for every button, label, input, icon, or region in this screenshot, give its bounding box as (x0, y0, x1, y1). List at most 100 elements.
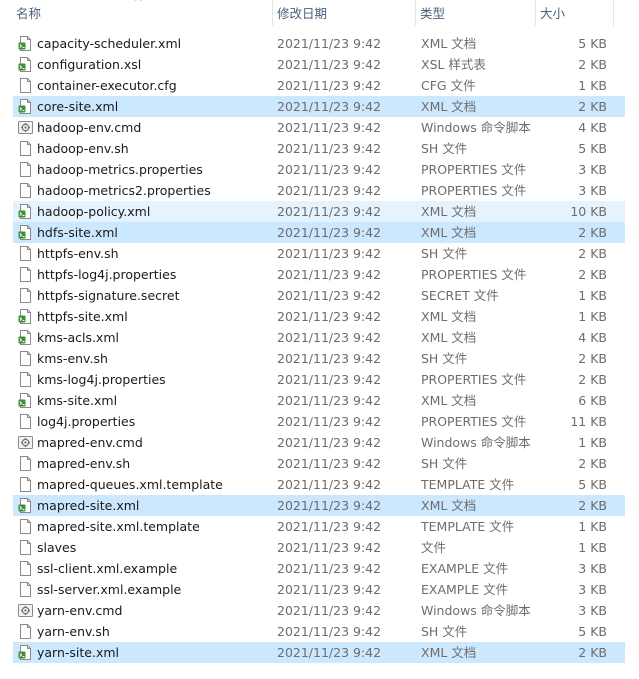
file-type: SH 文件 (421, 246, 468, 261)
file-row[interactable]: mapred-env.sh 2021/11/23 9:42 SH 文件 2 KB (13, 453, 625, 474)
xml-file-icon (18, 645, 33, 660)
file-modified-date: 2021/11/23 9:42 (277, 288, 382, 303)
file-row[interactable]: hdfs-site.xml 2021/11/23 9:42 XML 文档 2 KB (13, 222, 625, 243)
file-type: XML 文档 (421, 393, 477, 408)
file-row[interactable]: log4j.properties 2021/11/23 9:42 PROPERTIE… (13, 411, 625, 432)
column-header-date[interactable]: 修改日期 (272, 0, 415, 28)
file-row[interactable]: hadoop-env.sh 2021/11/23 9:42 SH 文件 5 KB (13, 138, 625, 159)
file-type: XML 文档 (421, 225, 477, 240)
file-row[interactable]: mapred-env.cmd 2021/11/23 9:42 Windows 命令脚… (13, 432, 625, 453)
file-modified-date: 2021/11/23 9:42 (277, 267, 382, 282)
file-size: 1 KB (578, 78, 607, 93)
file-name: hdfs-site.xml (37, 225, 118, 240)
file-row[interactable]: hadoop-env.cmd 2021/11/23 9:42 Windows 命令脚… (13, 117, 625, 138)
blank-file-icon (18, 456, 33, 471)
file-row[interactable]: hadoop-metrics.properties 2021/11/23 9:42… (13, 159, 625, 180)
file-size: 1 KB (578, 540, 607, 555)
file-row[interactable]: kms-site.xml 2021/11/23 9:42 XML 文档 6 KB (13, 390, 625, 411)
file-row[interactable]: kms-acls.xml 2021/11/23 9:42 XML 文档 4 KB (13, 327, 625, 348)
file-row[interactable]: kms-env.sh 2021/11/23 9:42 SH 文件 2 KB (13, 348, 625, 369)
file-modified-date: 2021/11/23 9:42 (277, 183, 382, 198)
cmd-file-icon (18, 120, 33, 135)
file-type: PROPERTIES 文件 (421, 372, 527, 387)
file-type: XML 文档 (421, 99, 477, 114)
file-type: XML 文档 (421, 309, 477, 324)
xml-file-icon (18, 330, 33, 345)
file-name: hadoop-metrics.properties (37, 162, 203, 177)
file-modified-date: 2021/11/23 9:42 (277, 645, 382, 660)
file-row[interactable]: httpfs-site.xml 2021/11/23 9:42 XML 文档 1 KB (13, 306, 625, 327)
blank-file-icon (18, 540, 33, 555)
file-size: 1 KB (578, 309, 607, 324)
file-size: 2 KB (578, 246, 607, 261)
file-name: yarn-site.xml (37, 645, 120, 660)
file-name: mapred-env.cmd (37, 435, 143, 450)
file-type: EXAMPLE 文件 (421, 582, 509, 597)
file-modified-date: 2021/11/23 9:42 (277, 456, 382, 471)
file-type: Windows 命令脚本 (421, 120, 531, 135)
blank-file-icon (18, 519, 33, 534)
file-row[interactable]: capacity-scheduler.xml 2021/11/23 9:42 XML… (13, 33, 625, 54)
file-row[interactable]: slaves 2021/11/23 9:42 文件 1 KB (13, 537, 625, 558)
column-header-name[interactable]: 名称 (0, 0, 272, 28)
file-name: httpfs-signature.secret (37, 288, 180, 303)
file-name: capacity-scheduler.xml (37, 36, 182, 51)
file-row[interactable]: core-site.xml 2021/11/23 9:42 XML 文档 2 KB (13, 96, 625, 117)
file-size: 3 KB (578, 162, 607, 177)
file-name: slaves (37, 540, 77, 555)
file-type: SH 文件 (421, 624, 468, 639)
file-size: 2 KB (578, 372, 607, 387)
column-header-size[interactable]: 大小 (535, 0, 613, 28)
file-modified-date: 2021/11/23 9:42 (277, 561, 382, 576)
file-modified-date: 2021/11/23 9:42 (277, 477, 382, 492)
file-name: kms-acls.xml (37, 330, 119, 345)
file-modified-date: 2021/11/23 9:42 (277, 519, 382, 534)
file-row[interactable]: kms-log4j.properties 2021/11/23 9:42 PROPE… (13, 369, 625, 390)
file-row[interactable]: configuration.xsl 2021/11/23 9:42 XSL 样式表 2… (13, 54, 625, 75)
file-row[interactable]: ssl-server.xml.example 2021/11/23 9:42 EXA… (13, 579, 625, 600)
file-row[interactable]: ssl-client.xml.example 2021/11/23 9:42 EXA… (13, 558, 625, 579)
file-row[interactable]: mapred-site.xml.template 2021/11/23 9:42 T… (13, 516, 625, 537)
file-row[interactable]: mapred-queues.xml.template 2021/11/23 9:4… (13, 474, 625, 495)
file-type: EXAMPLE 文件 (421, 561, 509, 576)
file-row[interactable]: yarn-site.xml 2021/11/23 9:42 XML 文档 2 KB (13, 642, 625, 663)
file-row[interactable]: hadoop-policy.xml 2021/11/23 9:42 XML 文档 10… (13, 201, 625, 222)
file-row[interactable]: yarn-env.sh 2021/11/23 9:42 SH 文件 5 KB (13, 621, 625, 642)
file-name: httpfs-log4j.properties (37, 267, 177, 282)
xml-file-icon (18, 36, 33, 51)
file-size: 4 KB (578, 120, 607, 135)
file-row[interactable]: httpfs-log4j.properties 2021/11/23 9:42 PR… (13, 264, 625, 285)
file-type: PROPERTIES 文件 (421, 162, 527, 177)
file-row[interactable]: hadoop-metrics2.properties 2021/11/23 9:4… (13, 180, 625, 201)
file-row[interactable]: httpfs-env.sh 2021/11/23 9:42 SH 文件 2 KB (13, 243, 625, 264)
file-size: 5 KB (578, 477, 607, 492)
blank-file-icon (18, 372, 33, 387)
blank-file-icon (18, 267, 33, 282)
xml-file-icon (18, 498, 33, 513)
column-divider[interactable] (613, 0, 614, 26)
file-modified-date: 2021/11/23 9:42 (277, 141, 382, 156)
file-row[interactable]: yarn-env.cmd 2021/11/23 9:42 Windows 命令脚本 3… (13, 600, 625, 621)
blank-file-icon (18, 582, 33, 597)
file-modified-date: 2021/11/23 9:42 (277, 540, 382, 555)
file-type: XML 文档 (421, 204, 477, 219)
column-header-type[interactable]: 类型 (415, 0, 535, 28)
file-name: log4j.properties (37, 414, 136, 429)
blank-file-icon (18, 351, 33, 366)
file-row[interactable]: container-executor.cfg 2021/11/23 9:42 CFG… (13, 75, 625, 96)
file-explorer: ^ 名称 修改日期 类型 大小 capacity-scheduler.xml 20… (0, 0, 639, 679)
xml-file-icon (18, 99, 33, 114)
file-name: ssl-client.xml.example (37, 561, 178, 576)
blank-file-icon (18, 414, 33, 429)
blank-file-icon (18, 288, 33, 303)
file-type: TEMPLATE 文件 (421, 477, 515, 492)
xml-file-icon (18, 393, 33, 408)
file-type: XML 文档 (421, 36, 477, 51)
file-name: yarn-env.sh (37, 624, 110, 639)
file-size: 1 KB (578, 435, 607, 450)
file-name: yarn-env.cmd (37, 603, 123, 618)
file-row[interactable]: mapred-site.xml 2021/11/23 9:42 XML 文档 2 KB (13, 495, 625, 516)
file-row[interactable]: httpfs-signature.secret 2021/11/23 9:42 SE… (13, 285, 625, 306)
file-size: 2 KB (578, 267, 607, 282)
file-type: Windows 命令脚本 (421, 435, 531, 450)
